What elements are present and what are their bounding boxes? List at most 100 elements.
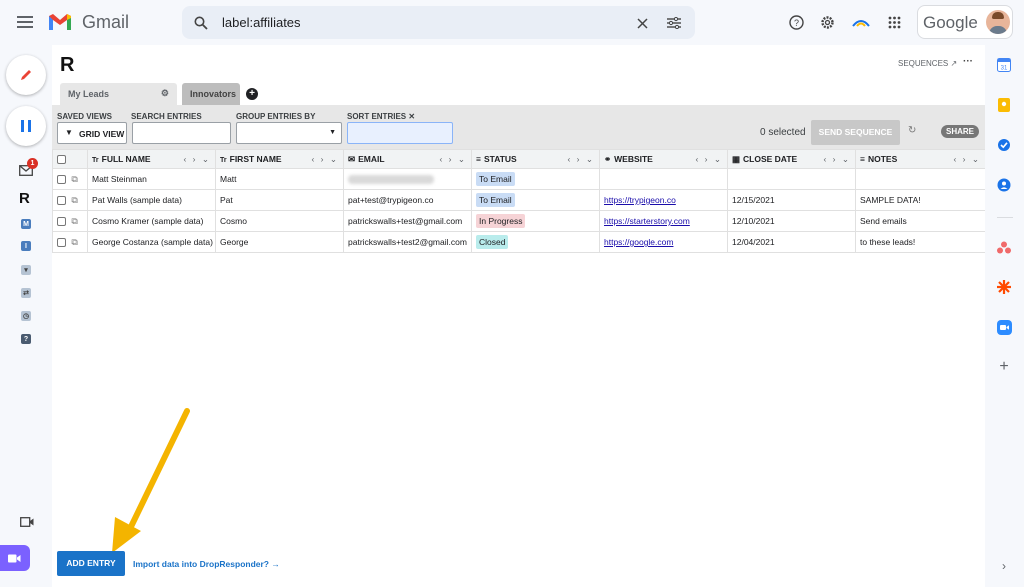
table-row[interactable]: ⧉ Cosmo Kramer (sample data) Cosmo patri… [52,210,986,232]
video-call-float-button[interactable] [0,545,30,571]
select-all-checkbox[interactable] [57,155,66,165]
cell-email[interactable] [343,168,472,190]
help-icon[interactable]: ? [787,13,805,31]
search-icon[interactable] [192,14,210,32]
rail-item-i[interactable]: I [21,241,31,251]
settings-icon[interactable] [818,13,836,31]
cell-website[interactable]: https://trypigeon.co [599,189,728,211]
column-nav-icons[interactable]: ‹ › ⌄ [439,154,467,165]
filter-icon[interactable] [665,15,683,31]
table-row[interactable]: ⧉ George Costanza (sample data) George p… [52,231,986,253]
menu-icon[interactable] [14,12,36,32]
cell-close-date[interactable]: 12/10/2021 [727,210,856,232]
cell-website[interactable]: https://google.com [599,231,728,253]
cell-full-name[interactable]: George Costanza (sample data) [87,231,216,253]
website-link[interactable]: https://starterstory.com [604,216,690,226]
contacts-icon[interactable] [996,177,1012,193]
dropresponder-extension-icon[interactable] [850,14,872,30]
cell-email[interactable]: patrickswalls+test@gmail.com [343,210,472,232]
column-header-close-date[interactable]: ▦ CLOSE DATE ‹ › ⌄ [727,149,856,169]
pause-button[interactable] [6,106,46,146]
video-icon[interactable] [19,515,35,529]
share-button[interactable]: SHARE [941,125,979,138]
search-entries-input[interactable] [132,122,231,144]
column-header-full-name[interactable]: Tr FULL NAME ‹ › ⌄ [87,149,216,169]
column-nav-icons[interactable]: ‹ › ⌄ [567,154,595,165]
asana-icon[interactable] [996,239,1012,255]
cell-status[interactable]: Closed [471,231,600,253]
zapier-icon[interactable] [996,279,1012,295]
column-header-notes[interactable]: ≡ NOTES ‹ › ⌄ [855,149,986,169]
more-menu-icon[interactable]: ··· [963,56,973,67]
rail-item-filter-icon[interactable]: ▾ [21,265,31,275]
grid-view-dropdown[interactable]: ▼ GRID VIEW [57,122,127,144]
rail-item-m[interactable]: M [21,219,31,229]
cell-close-date[interactable]: 12/15/2021 [727,189,856,211]
refresh-icon[interactable]: ↻ [908,125,916,136]
dropresponder-logo[interactable]: R [19,190,30,207]
add-entry-button[interactable]: ADD ENTRY [57,551,125,576]
tab-innovators[interactable]: Innovators [182,83,240,105]
compose-button[interactable] [6,55,46,95]
website-link[interactable]: https://google.com [604,237,673,247]
cell-status[interactable]: In Progress [471,210,600,232]
plus-icon[interactable]: + [996,358,1012,375]
row-checkbox[interactable] [57,216,66,226]
column-nav-icons[interactable]: ‹ › ⌄ [183,154,211,165]
column-nav-icons[interactable]: ‹ › ⌄ [695,154,723,165]
cell-email[interactable]: patrickswalls+test2@gmail.com [343,231,472,253]
cell-notes[interactable]: SAMPLE DATA! [855,189,986,211]
import-data-link[interactable]: Import data into DropResponder? → [133,559,280,569]
column-header-email[interactable]: ✉ EMAIL ‹ › ⌄ [343,149,472,169]
avatar[interactable] [986,10,1010,34]
cell-status[interactable]: To Email [471,168,600,190]
sequences-link[interactable]: SEQUENCES ↗ [898,59,957,68]
column-header-website[interactable]: ⚭ WEBSITE ‹ › ⌄ [599,149,728,169]
cell-full-name[interactable]: Cosmo Kramer (sample data) [87,210,216,232]
gmail-logo-icon[interactable] [46,11,74,33]
rail-item-help-icon[interactable]: ? [21,334,31,344]
cell-full-name[interactable]: Pat Walls (sample data) [87,189,216,211]
row-checkbox[interactable] [57,174,66,184]
rail-item-clock-icon[interactable]: ◷ [21,311,31,321]
expand-row-icon[interactable]: ⧉ [71,195,77,205]
row-checkbox[interactable] [57,237,66,247]
tab-settings-icon[interactable]: ⚙ [161,88,169,99]
cell-notes[interactable] [855,168,986,190]
expand-row-icon[interactable]: ⧉ [71,174,77,184]
column-nav-icons[interactable]: ‹ › ⌄ [953,154,981,165]
expand-row-icon[interactable]: ⧉ [71,237,77,247]
expand-row-icon[interactable]: ⧉ [71,216,77,226]
table-row[interactable]: ⧉ Pat Walls (sample data) Pat pat+test@t… [52,189,986,211]
cell-notes[interactable]: Send emails [855,210,986,232]
cell-close-date[interactable] [727,168,856,190]
rail-item-sync-icon[interactable]: ⇄ [21,288,31,298]
cell-status[interactable]: To Email [471,189,600,211]
cell-full-name[interactable]: Matt Steinman [87,168,216,190]
chevron-right-icon[interactable]: › [998,559,1010,573]
column-header-status[interactable]: ≡ STATUS ‹ › ⌄ [471,149,600,169]
add-tab-icon[interactable]: + [246,88,258,100]
website-link[interactable]: https://trypigeon.co [604,195,676,205]
calendar-icon[interactable]: 31 [996,57,1012,73]
cell-email[interactable]: pat+test@trypigeon.co [343,189,472,211]
send-sequence-button[interactable]: SEND SEQUENCE [811,120,900,145]
table-row[interactable]: ⧉ Matt Steinman Matt To Email [52,168,986,190]
cell-first-name[interactable]: Pat [215,189,344,211]
search-bar[interactable]: label:affiliates [182,6,695,39]
sort-entries-input[interactable] [347,122,453,144]
google-account-button[interactable]: Google [917,5,1013,39]
column-header-first-name[interactable]: Tr FIRST NAME ‹ › ⌄ [215,149,344,169]
cell-notes[interactable]: to these leads! [855,231,986,253]
sort-entries-label[interactable]: SORT ENTRIES ✕ [347,112,415,121]
column-nav-icons[interactable]: ‹ › ⌄ [311,154,339,165]
close-icon[interactable] [634,15,650,31]
column-nav-icons[interactable]: ‹ › ⌄ [823,154,851,165]
keep-icon[interactable] [996,97,1012,113]
tab-my-leads[interactable]: My Leads ⚙ [60,83,177,105]
cell-first-name[interactable]: George [215,231,344,253]
cell-website[interactable]: https://starterstory.com [599,210,728,232]
cell-first-name[interactable]: Matt [215,168,344,190]
zoom-icon[interactable] [996,319,1012,335]
cell-first-name[interactable]: Cosmo [215,210,344,232]
